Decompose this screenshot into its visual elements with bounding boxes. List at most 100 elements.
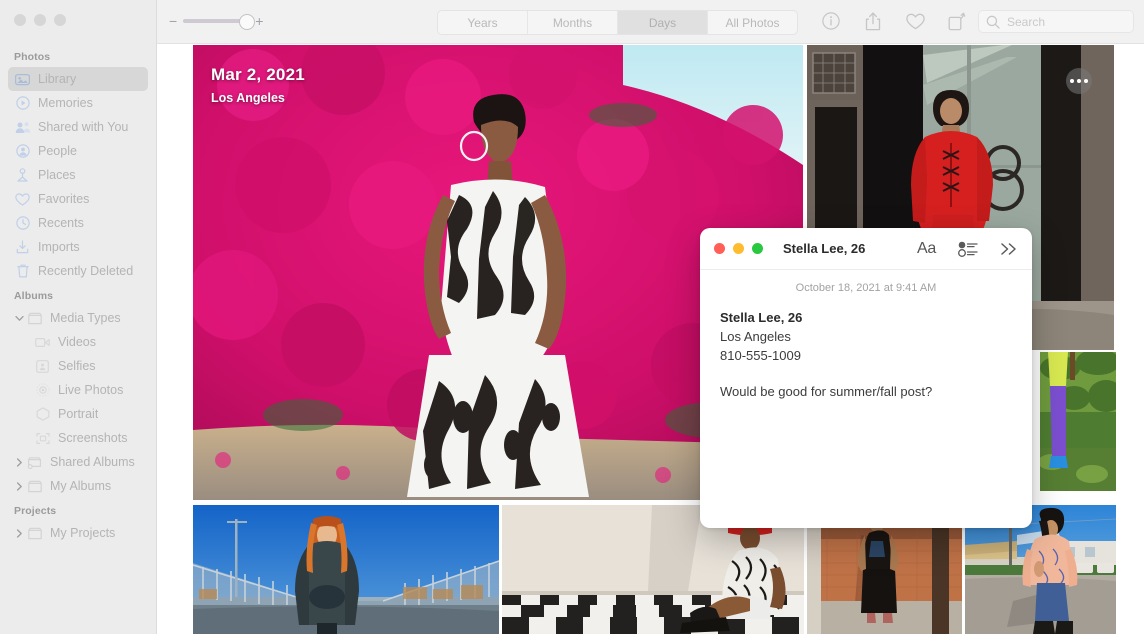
live-photo-icon (34, 382, 51, 398)
trash-icon (14, 263, 31, 279)
info-icon[interactable] (820, 10, 842, 32)
notes-blank-line (720, 365, 1012, 382)
sidebar-item-live-photos[interactable]: Live Photos (8, 378, 148, 402)
dot-icon (1070, 79, 1074, 83)
library-icon (14, 71, 31, 87)
notes-minimize-button[interactable] (733, 243, 744, 254)
zoom-slider-thumb[interactable] (239, 14, 256, 30)
sidebar-item-label: Places (38, 168, 76, 182)
sidebar-item-label: Shared with You (38, 120, 129, 134)
shared-folder-icon (26, 454, 43, 470)
sidebar-item-media-types[interactable]: Media Types (8, 306, 148, 330)
format-aa-button[interactable]: Aa (917, 240, 936, 258)
notes-body[interactable]: October 18, 2021 at 9:41 AM Stella Lee, … (700, 270, 1032, 401)
notes-zoom-button[interactable] (752, 243, 763, 254)
notes-traffic-lights[interactable] (714, 243, 763, 254)
chevron-right-icon[interactable] (14, 457, 25, 467)
notes-line: Los Angeles (720, 329, 791, 344)
sidebar-item-selfies[interactable]: Selfies (8, 354, 148, 378)
sidebar-item-label: Recents (38, 216, 84, 230)
sidebar-item-portrait[interactable]: Portrait (8, 402, 148, 426)
zoom-slider[interactable]: − + (169, 14, 263, 30)
zoom-in-icon[interactable]: + (255, 14, 263, 28)
notes-titlebar[interactable]: Stella Lee, 26 Aa (700, 228, 1032, 270)
tab-days[interactable]: Days (618, 11, 708, 34)
sidebar: Photos Library Memories Shared with You (0, 0, 157, 634)
notes-line: Would be good for summer/fall post? (720, 384, 933, 399)
places-pin-icon (14, 167, 31, 183)
sidebar-item-my-albums[interactable]: My Albums (8, 474, 148, 498)
sidebar-item-recently-deleted[interactable]: Recently Deleted (8, 259, 148, 283)
expand-chevrons-button[interactable] (1000, 242, 1018, 256)
sidebar-item-imports[interactable]: Imports (8, 235, 148, 259)
photo-grid: Mar 2, 2021 Los Angeles Stella Lee, 26 A… (157, 44, 1144, 634)
zoom-button[interactable] (54, 14, 66, 26)
search-icon (986, 15, 1000, 29)
toolbar-icon-group (820, 10, 968, 32)
folder-icon (26, 310, 43, 326)
sidebar-item-my-projects[interactable]: My Projects (8, 521, 148, 545)
dot-icon (1084, 79, 1088, 83)
sidebar-item-label: People (38, 144, 77, 158)
minimize-button[interactable] (34, 14, 46, 26)
rotate-icon[interactable] (946, 10, 968, 32)
view-mode-segmented-control[interactable]: Years Months Days All Photos (437, 10, 798, 35)
sidebar-item-label: Selfies (58, 359, 96, 373)
tab-months[interactable]: Months (528, 11, 618, 34)
zoom-slider-track[interactable] (183, 14, 256, 30)
sidebar-item-label: Shared Albums (50, 455, 135, 469)
toolbar: − + Years Months Days All Photos (157, 0, 1144, 44)
sidebar-item-label: My Albums (50, 479, 112, 493)
close-button[interactable] (14, 14, 26, 26)
sidebar-item-memories[interactable]: Memories (8, 91, 148, 115)
chevron-right-icon[interactable] (14, 481, 25, 491)
sidebar-item-label: Favorites (38, 192, 90, 206)
sidebar-item-label: Imports (38, 240, 80, 254)
sidebar-section-albums: Albums (14, 290, 54, 302)
photo-tile-bridge[interactable] (193, 505, 499, 634)
sidebar-section-photos: Photos (14, 51, 51, 63)
notes-line: Stella Lee, 26 (720, 310, 803, 325)
sidebar-item-recents[interactable]: Recents (8, 211, 148, 235)
memories-icon (14, 95, 31, 111)
tab-years[interactable]: Years (438, 11, 528, 34)
sidebar-item-label: Live Photos (58, 383, 124, 397)
sidebar-item-label: Portrait (58, 407, 99, 421)
notes-line: 810-555-1009 (720, 348, 801, 363)
screenshot-icon (34, 430, 51, 446)
sidebar-item-label: Videos (58, 335, 96, 349)
share-icon[interactable] (862, 10, 884, 32)
notes-close-button[interactable] (714, 243, 725, 254)
sidebar-item-label: Recently Deleted (38, 264, 134, 278)
sidebar-item-shared-with-you[interactable]: Shared with You (8, 115, 148, 139)
heart-icon[interactable] (904, 10, 926, 32)
photos-app-window: Photos Library Memories Shared with You (0, 0, 1144, 634)
search-input[interactable] (1005, 13, 1124, 30)
checklist-button[interactable] (958, 241, 978, 257)
notes-window[interactable]: Stella Lee, 26 Aa October 18, 2021 at 9:… (700, 228, 1032, 528)
portrait-icon (34, 406, 51, 422)
sidebar-item-label: Library (38, 72, 77, 86)
sidebar-item-people[interactable]: People (8, 139, 148, 163)
more-options-button[interactable] (1066, 68, 1092, 94)
clock-icon (14, 215, 31, 231)
sidebar-item-videos[interactable]: Videos (8, 330, 148, 354)
chevron-right-icon[interactable] (14, 528, 25, 538)
sidebar-item-screenshots[interactable]: Screenshots (8, 426, 148, 450)
sidebar-item-places[interactable]: Places (8, 163, 148, 187)
sidebar-item-library[interactable]: Library (8, 67, 148, 91)
window-traffic-lights[interactable] (14, 14, 66, 26)
chevron-down-icon[interactable] (14, 315, 25, 322)
sidebar-item-label: My Projects (50, 526, 116, 540)
zoom-out-icon[interactable]: − (169, 14, 177, 28)
sidebar-item-shared-albums[interactable]: Shared Albums (8, 450, 148, 474)
search-field[interactable] (978, 10, 1134, 33)
heart-icon (14, 191, 31, 207)
video-icon (34, 334, 51, 350)
sidebar-scroll-area: Photos Library Memories Shared with You (0, 44, 156, 634)
sidebar-item-label: Memories (38, 96, 93, 110)
photo-tile-greenery[interactable] (1040, 352, 1116, 491)
sidebar-item-favorites[interactable]: Favorites (8, 187, 148, 211)
tab-all-photos[interactable]: All Photos (708, 11, 797, 34)
selfie-icon (34, 358, 51, 374)
